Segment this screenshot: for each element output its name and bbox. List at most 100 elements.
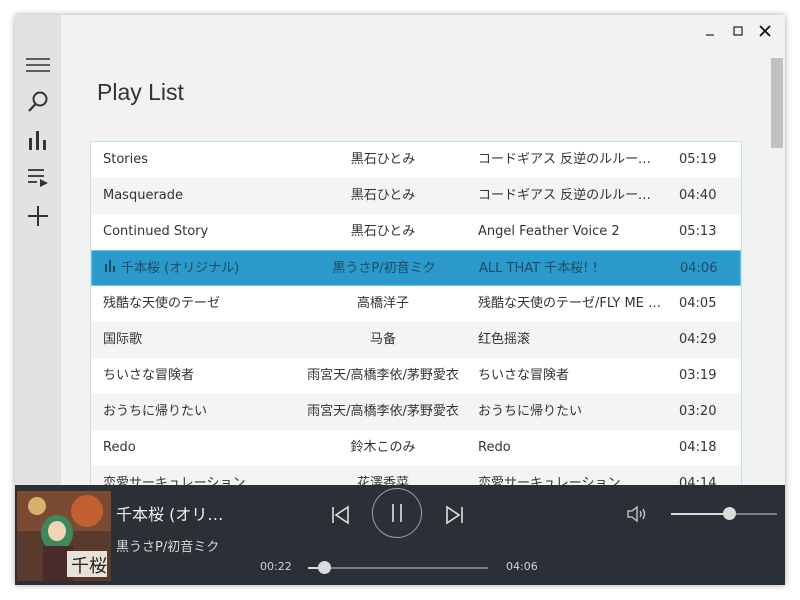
table-row-active[interactable]: 千本桜 (オリジナル) 黒うさP/初音ミク ALL THAT 千本桜! ! 04:06 <box>91 250 741 286</box>
song-artist: 雨宮天/高橋李依/茅野愛衣 <box>307 404 459 419</box>
song-duration: 04:18 <box>679 440 717 455</box>
song-album: Redo <box>478 440 511 455</box>
song-title: 国际歌 <box>103 322 313 358</box>
now-playing-title: 千本桜 (オリ… <box>116 505 224 524</box>
volume-button[interactable] <box>625 504 649 524</box>
total-time: 04:06 <box>506 560 538 573</box>
next-button[interactable] <box>443 503 467 527</box>
table-row[interactable]: Masquerade 黒石ひとみ コードギアス 反逆のルルーシュ 04:40 <box>91 178 741 214</box>
song-title-text: おうちに帰りたい <box>103 404 208 419</box>
song-album: コードギアス 反逆のルルーシュ <box>478 152 663 167</box>
song-duration: 04:40 <box>679 188 717 203</box>
song-title-text: Stories <box>103 152 149 167</box>
volume-icon <box>627 505 646 523</box>
song-title: ちいさな冒険者 <box>103 358 313 394</box>
playlist-button[interactable] <box>23 163 53 193</box>
song-artist: 高橋洋子 <box>356 296 409 311</box>
now-playing-icon <box>105 260 115 272</box>
menu-button[interactable] <box>23 50 53 80</box>
song-duration: 03:19 <box>679 368 717 383</box>
song-artist: 黒石ひとみ <box>350 224 416 239</box>
song-duration: 04:29 <box>679 332 717 347</box>
song-album: 恋愛サーキュレーション <box>478 476 621 487</box>
song-artist: 黒石ひとみ <box>350 152 416 167</box>
table-row[interactable]: Continued Story 黒石ひとみ Angel Feather Voice … <box>91 214 741 250</box>
song-title: Stories <box>103 142 313 178</box>
close-button[interactable] <box>753 21 777 41</box>
table-row[interactable]: 恋愛サーキュレーション 花澤香菜 恋愛サーキュレーション 04:14 <box>91 466 741 487</box>
table-row[interactable]: おうちに帰りたい 雨宮天/高橋李依/茅野愛衣 おうちに帰りたい 03:20 <box>91 394 741 430</box>
song-album: ちいさな冒険者 <box>478 368 570 383</box>
song-duration: 04:14 <box>679 476 717 487</box>
app-window: Play List Stories 黒石ひとみ コードギアス 反逆のルルーシュ 05:… <box>15 15 785 585</box>
minimize-button[interactable] <box>698 21 722 41</box>
song-duration: 03:20 <box>679 404 717 419</box>
skip-next-icon <box>446 505 463 525</box>
song-album: Angel Feather Voice 2 <box>478 224 620 239</box>
song-title: Continued Story <box>103 214 313 250</box>
search-button[interactable] <box>23 87 53 117</box>
volume-slider[interactable] <box>671 507 777 520</box>
seek-slider[interactable] <box>308 561 488 574</box>
song-album: コードギアス 反逆のルルーシュ <box>478 188 663 203</box>
now-playing-artist: 黒うさP/初音ミク <box>116 540 220 555</box>
album-cover-art[interactable]: 千桜 <box>17 491 111 581</box>
table-row[interactable]: ちいさな冒険者 雨宮天/高橋李依/茅野愛衣 ちいさな冒険者 03:19 <box>91 358 741 394</box>
song-title: おうちに帰りたい <box>103 394 313 430</box>
song-artist: 雨宮天/高橋李依/茅野愛衣 <box>307 368 459 383</box>
song-title-text: 国际歌 <box>103 332 143 347</box>
song-artist: 花澤香菜 <box>356 476 409 487</box>
statistics-button[interactable] <box>23 125 53 155</box>
song-title: Redo <box>103 430 313 466</box>
song-title-text: Continued Story <box>103 224 209 239</box>
minimize-icon <box>706 34 714 36</box>
table-row[interactable]: 国际歌 马备 红色摇滚 04:29 <box>91 322 741 358</box>
song-title-text: Redo <box>103 440 136 455</box>
song-title: 残酷な天使のテーゼ <box>103 286 313 322</box>
seek-thumb[interactable] <box>318 561 332 574</box>
song-title: Masquerade <box>103 178 313 214</box>
playlist-icon <box>28 169 48 187</box>
add-button[interactable] <box>23 201 53 231</box>
table-row[interactable]: Redo 鈴木このみ Redo 04:18 <box>91 430 741 466</box>
song-album: 红色摇滚 <box>478 332 531 347</box>
song-duration: 04:06 <box>680 261 718 276</box>
bar-chart-icon <box>29 131 46 150</box>
table-row[interactable]: Stories 黒石ひとみ コードギアス 反逆のルルーシュ 05:19 <box>91 142 741 178</box>
song-duration: 05:13 <box>679 224 717 239</box>
pause-button[interactable] <box>372 488 422 538</box>
song-album: 残酷な天使のテーゼ/FLY ME TO THE MOON <box>478 296 663 311</box>
previous-button[interactable] <box>328 503 352 527</box>
scrollbar-thumb[interactable] <box>771 58 783 148</box>
song-title-text: ちいさな冒険者 <box>103 368 195 383</box>
song-album: ALL THAT 千本桜! ! <box>479 261 598 276</box>
plus-icon <box>28 206 48 226</box>
song-title-text: Masquerade <box>103 188 184 203</box>
page-title: Play List <box>97 79 184 105</box>
song-title-text: 千本桜 (オリジナル) <box>121 261 240 276</box>
song-title: 千本桜 (オリジナル) <box>104 251 314 287</box>
song-artist: 鈴木このみ <box>350 440 416 455</box>
volume-fill <box>671 513 730 515</box>
song-title-text: 残酷な天使のテーゼ <box>103 296 221 311</box>
skip-previous-icon <box>332 505 349 525</box>
song-duration: 04:05 <box>679 296 717 311</box>
pause-icon <box>392 504 402 522</box>
svg-text:千桜: 千桜 <box>71 556 107 577</box>
sidebar <box>15 15 61 485</box>
song-title: 恋愛サーキュレーション <box>103 466 313 486</box>
song-duration: 05:19 <box>679 152 717 167</box>
volume-thumb[interactable] <box>723 507 737 520</box>
search-icon <box>28 91 48 112</box>
maximize-button[interactable] <box>726 21 750 41</box>
song-album: おうちに帰りたい <box>478 404 583 419</box>
song-artist: 黒うさP/初音ミク <box>332 261 436 276</box>
song-artist: 黒石ひとみ <box>350 188 416 203</box>
hamburger-menu-icon <box>26 58 50 72</box>
maximize-icon <box>733 26 743 36</box>
player-bar: 千桜 千本桜 (オリ… 黒うさP/初音ミク 00:22 04:06 <box>15 485 785 585</box>
song-artist: 马备 <box>369 332 396 347</box>
playlist-table: Stories 黒石ひとみ コードギアス 反逆のルルーシュ 05:19 Masquera… <box>90 141 742 487</box>
table-row[interactable]: 残酷な天使のテーゼ 高橋洋子 残酷な天使のテーゼ/FLY ME TO THE MOO… <box>91 286 741 322</box>
close-icon <box>759 25 771 37</box>
